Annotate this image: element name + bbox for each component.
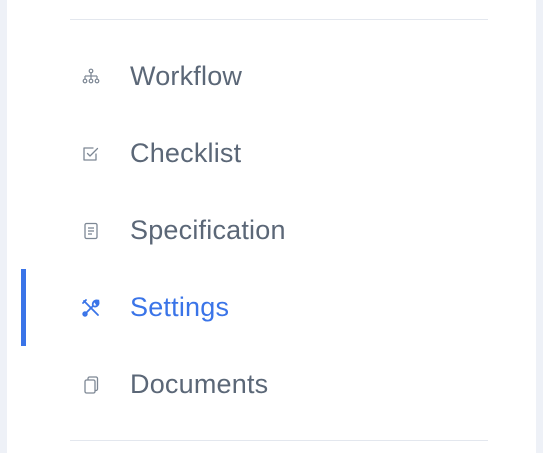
- sidebar-item-label: Documents: [130, 369, 269, 399]
- sidebar-item-settings[interactable]: Settings: [0, 269, 536, 346]
- active-indicator: [21, 192, 26, 269]
- sidebar-nav: Workflow Checklist Specification Setting…: [0, 38, 536, 423]
- documents-icon: [79, 373, 103, 397]
- active-indicator: [21, 38, 26, 115]
- top-divider: [70, 19, 488, 20]
- sidebar-item-label: Specification: [130, 215, 286, 245]
- bottom-divider: [70, 440, 488, 441]
- workflow-icon: [79, 65, 103, 89]
- document-icon: [79, 219, 103, 243]
- sidebar-item-documents[interactable]: Documents: [0, 346, 536, 423]
- sidebar-item-workflow[interactable]: Workflow: [0, 38, 536, 115]
- sidebar-item-specification[interactable]: Specification: [0, 192, 536, 269]
- sidebar-item-checklist[interactable]: Checklist: [0, 115, 536, 192]
- settings-tools-icon: [79, 296, 103, 320]
- sidebar-item-label: Settings: [130, 292, 230, 322]
- sidebar-panel: Workflow Checklist Specification Setting…: [0, 0, 543, 453]
- active-indicator: [21, 115, 26, 192]
- sidebar-item-label: Workflow: [130, 61, 243, 91]
- checklist-icon: [79, 142, 103, 166]
- active-indicator: [21, 269, 26, 346]
- sidebar-item-label: Checklist: [130, 138, 242, 168]
- active-indicator: [21, 346, 26, 423]
- right-gutter: [536, 0, 543, 453]
